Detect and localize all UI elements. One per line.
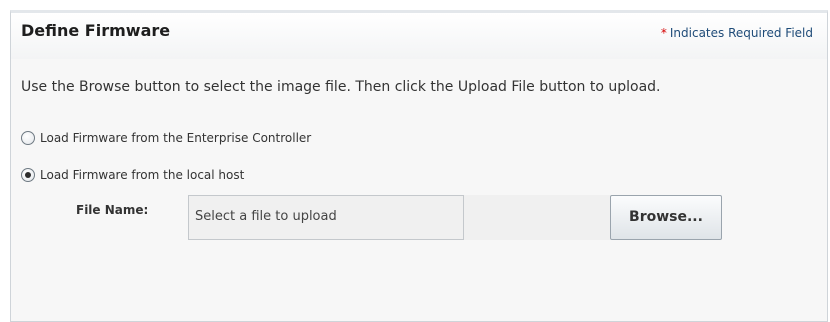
- radio-label-enterprise-controller[interactable]: Load Firmware from the Enterprise Contro…: [40, 131, 311, 145]
- radio-option-local-host[interactable]: Load Firmware from the local host: [21, 168, 244, 182]
- required-note-text: Indicates Required Field: [669, 26, 813, 40]
- radio-label-local-host[interactable]: Load Firmware from the local host: [40, 168, 244, 182]
- panel-title: Define Firmware: [21, 21, 171, 40]
- file-name-input[interactable]: Select a file to upload: [188, 195, 464, 240]
- file-input-extension: [464, 195, 610, 240]
- required-asterisk: *: [660, 26, 667, 40]
- define-firmware-panel: Define Firmware * Indicates Required Fiel…: [10, 10, 828, 322]
- browse-button[interactable]: Browse...: [610, 195, 722, 240]
- instructions-text: Use the Browse button to select the imag…: [21, 79, 661, 95]
- panel-header: Define Firmware * Indicates Required Fiel…: [11, 13, 827, 59]
- required-field-note: * Indicates Required Field: [661, 26, 813, 40]
- radio-checked-icon[interactable]: [21, 168, 35, 182]
- file-name-label: File Name:: [76, 203, 149, 217]
- radio-unchecked-icon[interactable]: [21, 131, 35, 145]
- radio-option-enterprise-controller[interactable]: Load Firmware from the Enterprise Contro…: [21, 131, 311, 145]
